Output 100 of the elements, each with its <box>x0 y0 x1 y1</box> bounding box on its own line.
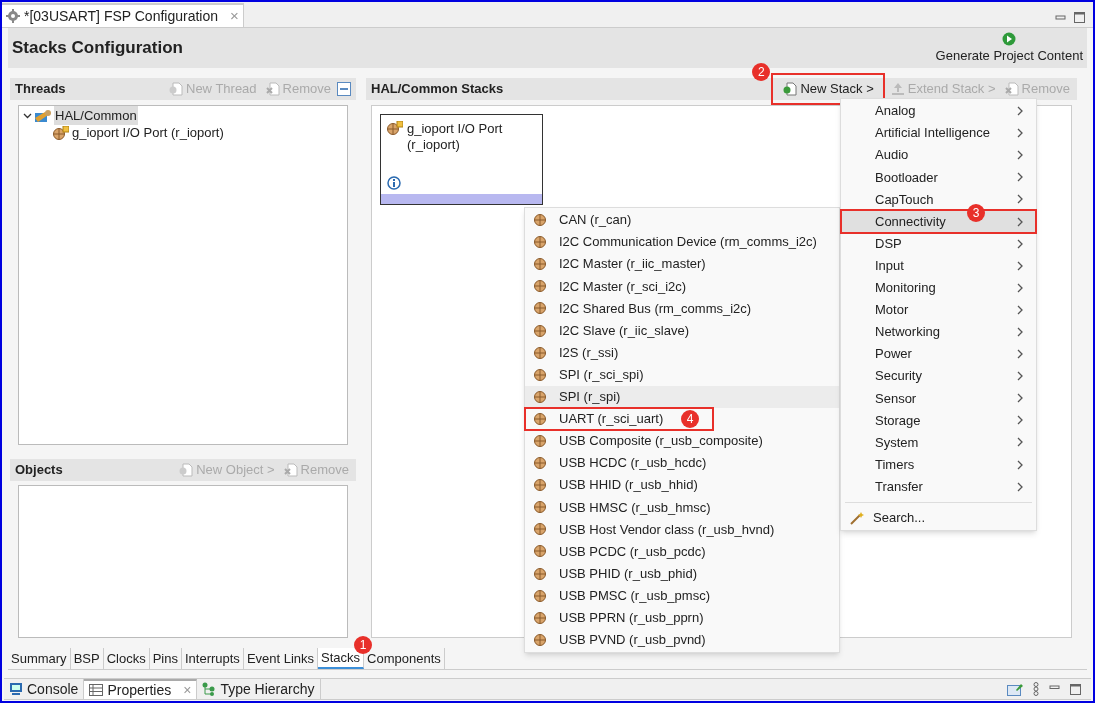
component-icon <box>533 500 547 515</box>
menu-item[interactable]: Monitoring <box>841 276 1036 299</box>
chevron-right-icon <box>1017 194 1024 205</box>
component-icon <box>387 121 403 135</box>
menu-item[interactable]: Search... <box>841 506 1036 529</box>
component-icon <box>533 610 547 625</box>
info-icon <box>387 176 401 190</box>
menu-item[interactable]: I2S (r_ssi) <box>525 341 839 364</box>
menu-item[interactable]: SPI (r_sci_spi) <box>525 363 839 386</box>
chevron-right-icon <box>1017 150 1024 161</box>
component-icon <box>533 522 547 537</box>
table-icon <box>89 683 104 697</box>
callout-badge: 2 <box>752 63 771 81</box>
panel-title: HAL/Common Stacks <box>371 80 504 99</box>
component-icon <box>533 411 547 426</box>
callout-badge: 1 <box>354 636 373 654</box>
menu-item[interactable]: CAN (r_can) <box>525 209 839 232</box>
gear-icon <box>6 9 20 23</box>
menu-item[interactable]: USB HHID (r_usb_hhid) <box>525 474 839 497</box>
menu-item[interactable]: USB Composite (r_usb_composite) <box>525 429 839 453</box>
menu-item[interactable]: Audio <box>841 144 1036 167</box>
chevron-right-icon <box>1017 459 1024 470</box>
chevron-right-icon <box>1017 282 1024 293</box>
page-tab[interactable]: Components <box>364 648 445 669</box>
page-tab[interactable]: Pins <box>149 648 182 669</box>
component-icon <box>533 632 547 647</box>
component-icon <box>533 213 547 228</box>
menu-item[interactable]: Bootloader <box>841 166 1036 189</box>
menu-item[interactable]: USB HMSC (r_usb_hmsc) <box>525 496 839 519</box>
callout-badge: 4 <box>681 409 699 428</box>
tab-title: *[03USART] FSP Configuration <box>24 6 219 26</box>
menu-item[interactable]: Input <box>841 254 1036 277</box>
editor-tab[interactable]: *[03USART] FSP Configuration × <box>2 3 244 27</box>
chevron-right-icon <box>1017 238 1024 249</box>
menu-item[interactable]: USB PCDC (r_usb_pcdc) <box>525 540 839 563</box>
component-icon <box>533 434 547 448</box>
menu-item[interactable]: Security <box>841 365 1036 388</box>
menu-item[interactable]: SPI (r_spi) <box>525 385 839 408</box>
menu-item[interactable]: I2C Shared Bus (rm_comms_i2c) <box>525 297 839 320</box>
menu-item[interactable]: Artificial Intelligence <box>841 122 1036 145</box>
menu-item[interactable]: Motor <box>841 298 1036 321</box>
menu-item[interactable]: I2C Master (r_iic_master) <box>525 253 839 276</box>
menu-item[interactable]: USB PHID (r_usb_phid) <box>525 562 839 585</box>
page-tab[interactable]: Summary <box>8 648 71 669</box>
tab-label: Type Hierarchy <box>220 679 315 699</box>
chevron-right-icon <box>1017 260 1024 271</box>
menu-item[interactable]: USB PVND (r_usb_pvnd) <box>525 628 839 651</box>
chevron-right-icon <box>1017 327 1024 337</box>
menu-item[interactable]: I2C Slave (r_iic_slave) <box>525 319 839 342</box>
view-tab[interactable]: Properties × <box>84 679 198 699</box>
menu-item[interactable]: Networking <box>841 320 1036 344</box>
menu-item[interactable]: USB Host Vendor class (r_usb_hvnd) <box>525 518 839 541</box>
page-tab[interactable]: Stacks <box>318 648 365 669</box>
tree-item[interactable]: HAL/Common <box>54 105 138 126</box>
menu-item[interactable]: DSP <box>841 232 1036 255</box>
new-document-icon <box>178 462 195 478</box>
page-tab[interactable]: Interrupts <box>181 648 244 669</box>
play-icon <box>1002 32 1017 47</box>
component-icon <box>533 257 547 272</box>
generate-button[interactable]: Generate Project Content <box>935 30 1083 66</box>
panel-title: Objects <box>15 461 63 480</box>
menu-item[interactable]: Timers <box>841 453 1036 476</box>
menu-item[interactable]: Sensor <box>841 387 1036 410</box>
page-title: Stacks Configuration <box>12 37 183 60</box>
chevron-right-icon <box>1017 304 1024 315</box>
new-document-icon <box>168 81 184 97</box>
folder-gear-icon <box>34 108 52 123</box>
tab-label: Console <box>27 679 79 699</box>
menu-item[interactable]: Storage <box>841 409 1036 432</box>
stack-card[interactable]: g_ioport I/O Port (r_ioport) <box>380 114 543 205</box>
component-icon <box>533 544 547 559</box>
menu-item[interactable]: I2C Communication Device (rm_comms_i2c) <box>525 231 839 254</box>
panel-title: Threads <box>15 80 66 99</box>
page-tab[interactable]: BSP <box>70 648 104 669</box>
view-tab[interactable]: Type Hierarchy <box>197 679 321 699</box>
page-tab[interactable]: Clocks <box>103 648 150 669</box>
menu-item[interactable]: USB PMSC (r_usb_pmsc) <box>525 584 839 607</box>
collapse-all-icon <box>337 82 351 96</box>
chevron-right-icon <box>1017 216 1024 227</box>
component-icon <box>53 125 69 140</box>
menu-item[interactable]: USB HCDC (r_usb_hcdc) <box>525 452 839 475</box>
new-document-icon <box>782 81 799 97</box>
menu-item[interactable]: I2C Master (r_sci_i2c) <box>525 275 839 298</box>
menu-item[interactable]: System <box>841 431 1036 454</box>
tab-label: Properties <box>107 680 172 700</box>
minimize-icon <box>1055 12 1066 23</box>
component-icon <box>533 235 547 250</box>
component-icon <box>533 279 547 294</box>
remove-document-icon <box>264 81 281 97</box>
chevron-right-icon <box>1017 371 1024 382</box>
component-icon <box>533 389 547 404</box>
wand-icon <box>849 510 865 525</box>
component-icon <box>533 323 547 338</box>
menu-item[interactable]: Power <box>841 343 1036 366</box>
menu-item[interactable]: USB PPRN (r_usb_pprn) <box>525 606 839 629</box>
chevron-right-icon <box>1017 415 1024 426</box>
chevron-right-icon <box>1017 437 1024 448</box>
hierarchy-icon <box>202 682 217 696</box>
component-icon <box>533 367 547 382</box>
menu-item[interactable]: Transfer <box>841 475 1036 498</box>
